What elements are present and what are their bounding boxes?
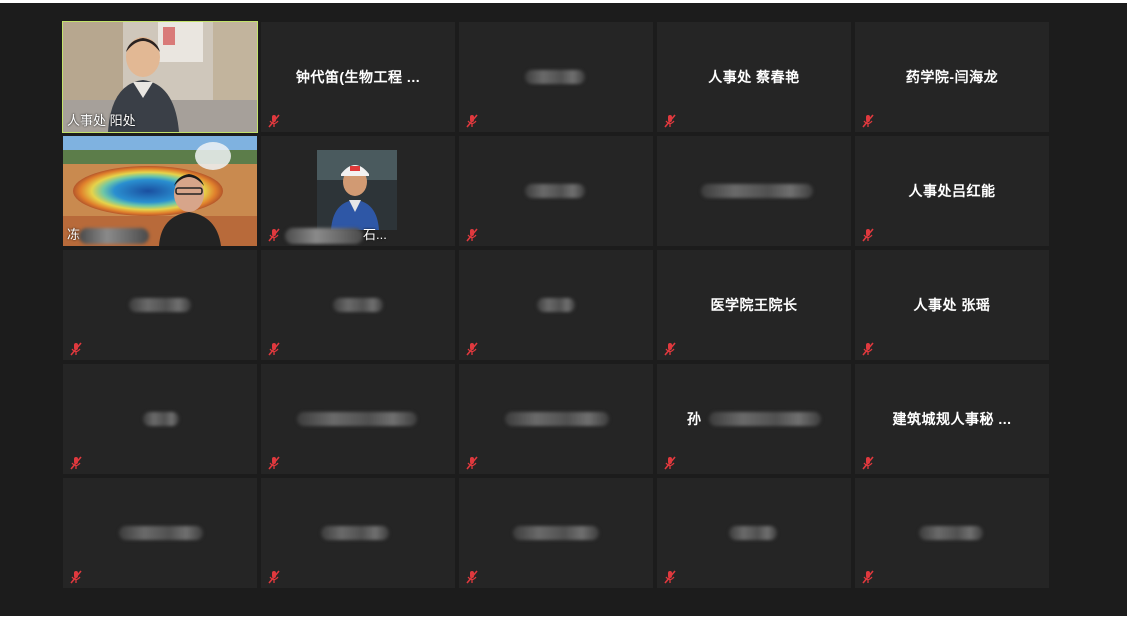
participant-caption: 石... bbox=[363, 227, 387, 242]
muted-mic-icon bbox=[466, 342, 478, 356]
participant-tile[interactable] bbox=[459, 478, 653, 588]
muted-mic-icon bbox=[466, 228, 478, 242]
participant-tile[interactable]: 人事处吕红能 bbox=[855, 136, 1049, 246]
blurred-name bbox=[297, 412, 417, 426]
participant-name: 孙 bbox=[687, 411, 702, 427]
muted-mic-icon bbox=[862, 456, 874, 470]
muted-mic-icon bbox=[664, 114, 676, 128]
participant-tile[interactable] bbox=[459, 22, 653, 132]
muted-mic-icon bbox=[862, 228, 874, 242]
participant-tile-video[interactable]: 冻 bbox=[63, 136, 257, 246]
participant-tile[interactable] bbox=[261, 250, 455, 360]
participant-name: 医学院王院长 bbox=[710, 297, 798, 313]
participant-caption: 人事处 阳处 bbox=[67, 113, 136, 128]
participant-caption: 冻 bbox=[67, 227, 81, 242]
muted-mic-icon bbox=[268, 228, 280, 242]
participant-tile[interactable] bbox=[63, 364, 257, 474]
blurred-name bbox=[119, 526, 203, 540]
participant-tile[interactable] bbox=[261, 364, 455, 474]
muted-mic-icon bbox=[466, 114, 478, 128]
blurred-name bbox=[513, 526, 599, 540]
muted-mic-icon bbox=[70, 456, 82, 470]
muted-mic-icon bbox=[268, 456, 280, 470]
muted-mic-icon bbox=[466, 570, 478, 584]
participant-tile[interactable]: 人事处 蔡春艳 bbox=[657, 22, 851, 132]
muted-mic-icon bbox=[664, 570, 676, 584]
participant-tile[interactable]: 钟代笛(生物工程 ... bbox=[261, 22, 455, 132]
meeting-gallery-view: 人事处 阳处 钟代笛(生物工程 ... 人事处 蔡春艳 药学院-闫海龙 冻 石.… bbox=[0, 3, 1127, 616]
blurred-caption bbox=[79, 228, 149, 244]
participant-name: 钟代笛(生物工程 ... bbox=[295, 69, 421, 85]
blurred-name bbox=[525, 70, 585, 84]
muted-mic-icon bbox=[466, 456, 478, 470]
muted-mic-icon bbox=[664, 342, 676, 356]
participant-tile[interactable] bbox=[63, 250, 257, 360]
participant-name: 药学院-闫海龙 bbox=[905, 69, 999, 85]
participant-tile[interactable] bbox=[657, 136, 851, 246]
participant-tile[interactable]: 石... bbox=[261, 136, 455, 246]
blurred-name bbox=[537, 298, 575, 312]
muted-mic-icon bbox=[862, 114, 874, 128]
participant-tile[interactable] bbox=[459, 250, 653, 360]
participant-name: 人事处 蔡春艳 bbox=[708, 69, 800, 85]
participant-tile[interactable] bbox=[261, 478, 455, 588]
participant-tile[interactable] bbox=[459, 364, 653, 474]
muted-mic-icon bbox=[268, 570, 280, 584]
participant-tile[interactable] bbox=[855, 478, 1049, 588]
participant-tile[interactable]: 药学院-闫海龙 bbox=[855, 22, 1049, 132]
blurred-name bbox=[129, 298, 191, 312]
participant-name: 人事处吕红能 bbox=[908, 183, 996, 199]
participant-tile[interactable] bbox=[657, 478, 851, 588]
blurred-name bbox=[143, 412, 179, 426]
blurred-name bbox=[919, 526, 983, 540]
participant-tile[interactable]: 人事处 张瑶 bbox=[855, 250, 1049, 360]
muted-mic-icon bbox=[268, 114, 280, 128]
muted-mic-icon bbox=[268, 342, 280, 356]
blurred-name bbox=[701, 184, 813, 198]
participant-tile[interactable] bbox=[459, 136, 653, 246]
muted-mic-icon bbox=[862, 570, 874, 584]
blurred-name bbox=[709, 412, 821, 426]
blurred-caption bbox=[285, 228, 363, 244]
participant-tile[interactable] bbox=[63, 478, 257, 588]
blurred-name bbox=[525, 184, 585, 198]
participant-tile-video[interactable]: 人事处 阳处 bbox=[62, 21, 258, 133]
blurred-name bbox=[505, 412, 609, 426]
blurred-name bbox=[729, 526, 777, 540]
blurred-name bbox=[321, 526, 389, 540]
participant-name: 人事处 张瑶 bbox=[913, 297, 991, 313]
participant-tile[interactable]: 医学院王院长 bbox=[657, 250, 851, 360]
muted-mic-icon bbox=[664, 456, 676, 470]
blurred-name bbox=[333, 298, 383, 312]
participant-tile[interactable]: 孙 bbox=[657, 364, 851, 474]
participant-tile[interactable]: 建筑城规人事秘 ... bbox=[855, 364, 1049, 474]
participant-name: 建筑城规人事秘 ... bbox=[892, 411, 1012, 427]
participant-grid: 人事处 阳处 钟代笛(生物工程 ... 人事处 蔡春艳 药学院-闫海龙 冻 石.… bbox=[62, 21, 1049, 588]
muted-mic-icon bbox=[862, 342, 874, 356]
profile-photo bbox=[317, 150, 397, 230]
muted-mic-icon bbox=[70, 342, 82, 356]
muted-mic-icon bbox=[70, 570, 82, 584]
